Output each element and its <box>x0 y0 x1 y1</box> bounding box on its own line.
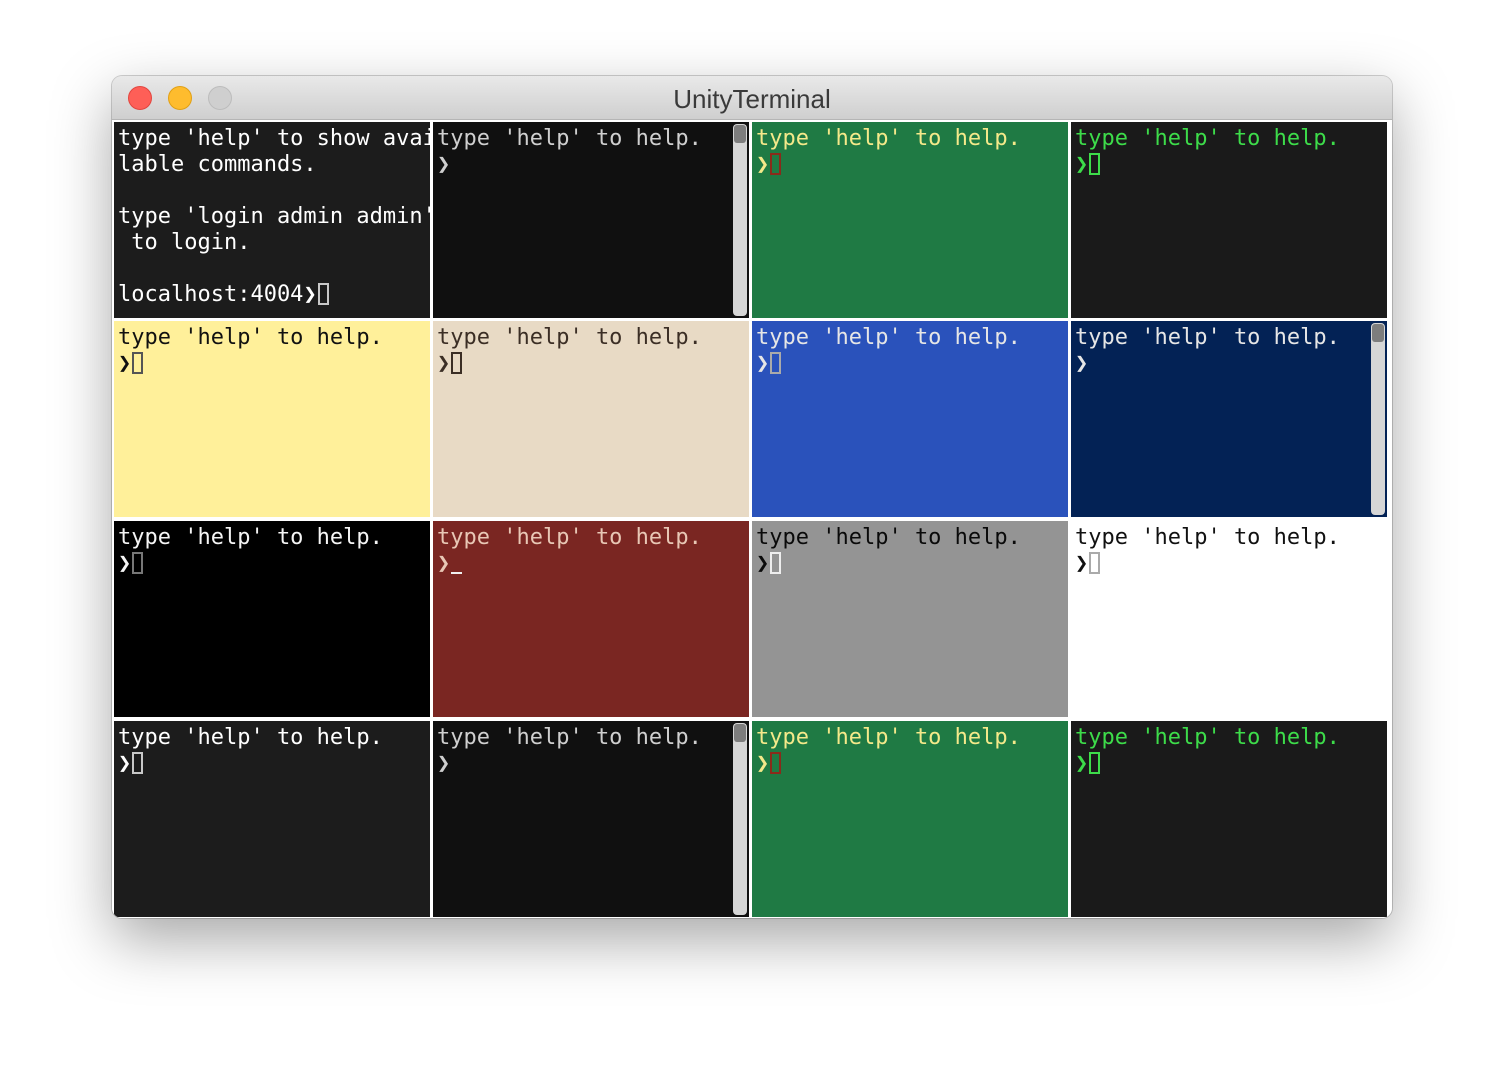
output-line: type 'help' to help. <box>756 725 1021 750</box>
text-cursor[interactable] <box>451 554 463 574</box>
terminal-pane[interactable]: type 'help' to help. ❯ <box>433 321 749 517</box>
output-line: type 'help' to help. <box>1075 126 1340 151</box>
text-cursor[interactable] <box>132 352 144 374</box>
scrollbar-thumb[interactable] <box>1372 324 1384 342</box>
prompt-chevron-icon: ❯ <box>118 751 132 776</box>
terminal-pane[interactable]: type 'help' to help. ❯ <box>752 122 1068 318</box>
output-line: type 'help' to help. <box>1075 525 1340 550</box>
output-line: type 'help' to help. <box>437 126 702 151</box>
output-line: type 'help' to help. <box>118 525 383 550</box>
output-line: type 'help' to help. <box>756 325 1021 350</box>
prompt-host: localhost:4004 <box>118 282 304 307</box>
window-title: UnityTerminal <box>673 84 831 114</box>
text-cursor[interactable] <box>770 552 782 574</box>
prompt-line[interactable]: ❯ <box>756 551 1068 577</box>
output-line: lable commands. <box>118 152 317 177</box>
prompt-chevron-icon: ❯ <box>1075 152 1089 177</box>
output-line: type 'help' to help. <box>756 126 1021 151</box>
text-cursor[interactable] <box>1089 153 1101 175</box>
output-line: type 'help' to help. <box>756 525 1021 550</box>
output-line: type 'help' to help. <box>1075 725 1340 750</box>
text-cursor[interactable] <box>317 283 329 305</box>
output-line: type 'help' to help. <box>1075 325 1340 350</box>
prompt-line[interactable]: ❯ <box>437 751 749 777</box>
terminal-pane[interactable]: type 'help' to help. ❯ <box>1071 721 1387 917</box>
terminal-pane[interactable]: type 'help' to help. ❯ <box>752 521 1068 717</box>
prompt-chevron-icon: ❯ <box>437 751 451 776</box>
terminal-pane[interactable]: type 'help' to help. ❯ <box>1071 521 1387 717</box>
terminal-pane[interactable]: type 'help' to help. ❯ <box>1071 122 1387 318</box>
prompt-chevron-icon: ❯ <box>118 551 132 576</box>
prompt-chevron-icon: ❯ <box>118 351 132 376</box>
text-cursor[interactable] <box>770 153 782 175</box>
output-line: type 'help' to help. <box>437 525 702 550</box>
prompt-chevron-icon: ❯ <box>756 351 770 376</box>
prompt-line[interactable]: ❯ <box>1075 351 1387 377</box>
prompt-chevron-icon: ❯ <box>756 751 770 776</box>
output-line: type 'login admin admin' <box>118 204 430 229</box>
prompt-line[interactable]: ❯ <box>437 351 749 377</box>
terminal-pane[interactable]: type 'help' to help. ❯ <box>433 521 749 717</box>
prompt-line[interactable]: ❯ <box>756 751 1068 777</box>
prompt-chevron-icon: ❯ <box>756 152 770 177</box>
prompt-chevron-icon: ❯ <box>437 551 451 576</box>
prompt-chevron-icon: ❯ <box>437 152 451 177</box>
prompt-line[interactable]: ❯ <box>118 351 430 377</box>
prompt-line[interactable]: ❯ <box>756 351 1068 377</box>
prompt-chevron-icon: ❯ <box>437 351 451 376</box>
vertical-scrollbar[interactable] <box>733 124 747 316</box>
text-cursor[interactable] <box>1089 552 1101 574</box>
prompt-line[interactable]: localhost:4004❯ <box>118 282 430 308</box>
prompt-line[interactable]: ❯ <box>1075 751 1387 777</box>
scrollbar-thumb[interactable] <box>734 724 746 742</box>
text-cursor[interactable] <box>451 352 463 374</box>
terminal-pane[interactable]: type 'help' to help. ❯ <box>752 721 1068 917</box>
output-line: type 'help' to help. <box>118 725 383 750</box>
prompt-line[interactable]: ❯ <box>756 152 1068 178</box>
terminal-pane[interactable]: type 'help' to help. ❯ <box>433 122 749 318</box>
prompt-line[interactable]: ❯ <box>1075 551 1387 577</box>
prompt-line[interactable]: ❯ <box>118 751 430 777</box>
output-line: type 'help' to help. <box>437 325 702 350</box>
vertical-scrollbar[interactable] <box>733 723 747 915</box>
scrollbar-thumb[interactable] <box>734 125 746 143</box>
terminal-pane[interactable]: type 'help' to help. ❯ <box>114 521 430 717</box>
terminal-grid: type 'help' to show avai lable commands. t… <box>112 120 1392 918</box>
output-line: type 'help' to help. <box>118 325 383 350</box>
output-line: type 'help' to show avai <box>118 126 430 151</box>
prompt-chevron-icon: ❯ <box>756 551 770 576</box>
terminal-pane[interactable]: type 'help' to help. ❯ <box>114 321 430 517</box>
prompt-chevron-icon: ❯ <box>1075 551 1089 576</box>
terminal-pane[interactable]: type 'help' to help. ❯ <box>1071 321 1387 517</box>
output-line: to login. <box>118 230 251 255</box>
prompt-chevron-icon: ❯ <box>1075 351 1089 376</box>
text-cursor[interactable] <box>132 752 144 774</box>
prompt-chevron-icon: ❯ <box>1075 751 1089 776</box>
prompt-line[interactable]: ❯ <box>437 152 749 178</box>
terminal-pane[interactable]: type 'help' to help. ❯ <box>752 321 1068 517</box>
title-bar[interactable]: UnityTerminal <box>112 76 1392 120</box>
text-cursor[interactable] <box>1089 752 1101 774</box>
text-cursor[interactable] <box>770 752 782 774</box>
vertical-scrollbar[interactable] <box>1371 323 1385 515</box>
text-cursor[interactable] <box>770 352 782 374</box>
terminal-pane[interactable]: type 'help' to show avai lable commands. t… <box>114 122 430 318</box>
prompt-line[interactable]: ❯ <box>437 551 749 577</box>
terminal-window: UnityTerminal type 'help' to show avai la… <box>112 76 1392 918</box>
text-cursor[interactable] <box>132 552 144 574</box>
prompt-chevron-icon: ❯ <box>303 282 317 307</box>
terminal-pane[interactable]: type 'help' to help. ❯ <box>114 721 430 917</box>
prompt-line[interactable]: ❯ <box>118 551 430 577</box>
output-line: type 'help' to help. <box>437 725 702 750</box>
prompt-line[interactable]: ❯ <box>1075 152 1387 178</box>
terminal-pane[interactable]: type 'help' to help. ❯ <box>433 721 749 917</box>
